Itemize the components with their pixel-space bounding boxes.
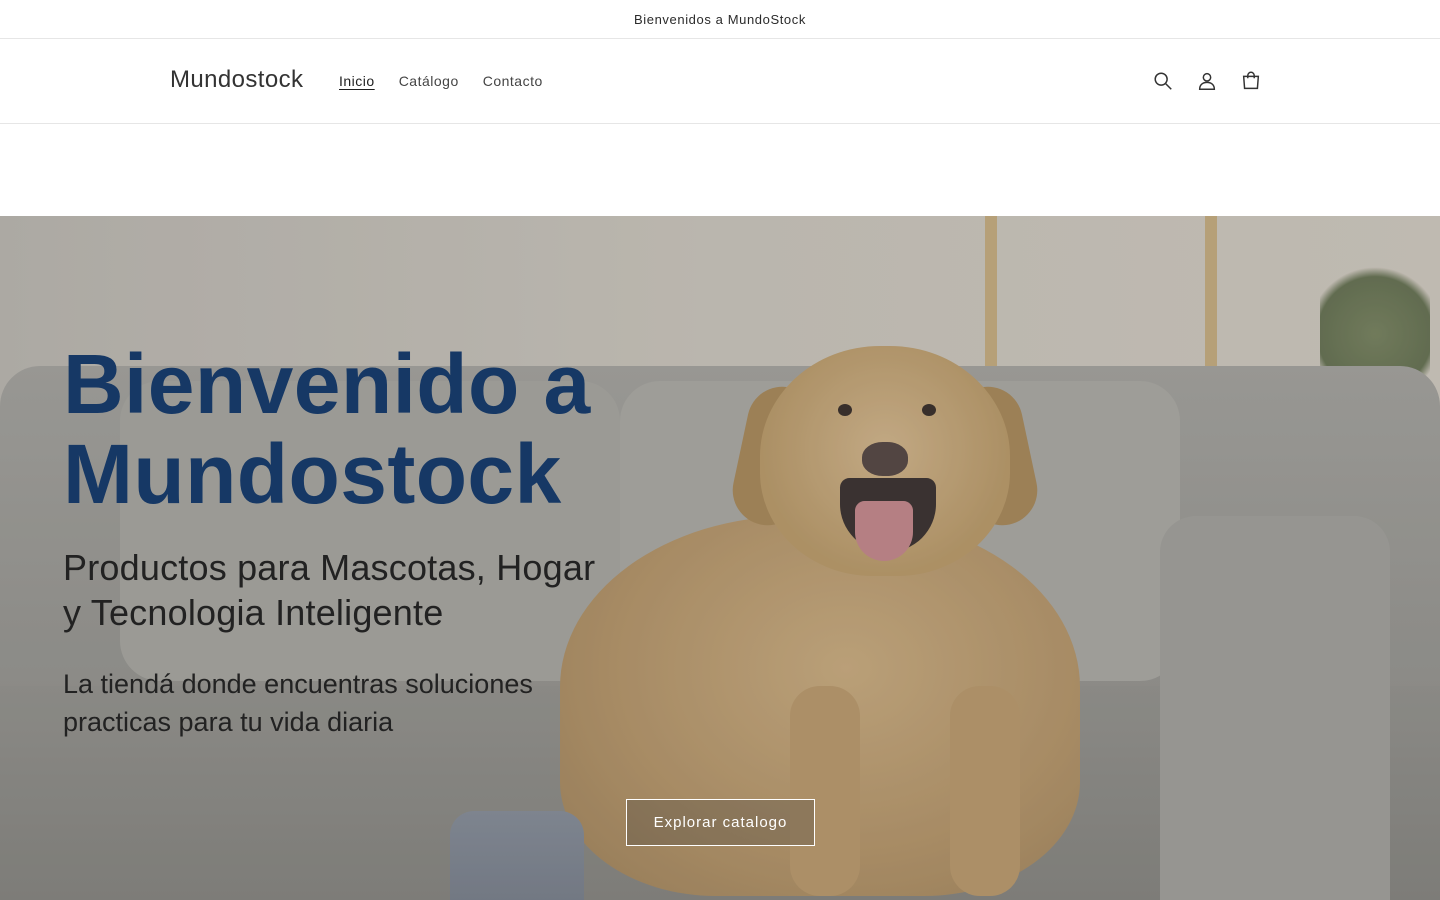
hero-subtitle-line-2: y Tecnologia Inteligente <box>63 592 444 633</box>
header-spacer <box>0 124 1440 216</box>
search-icon <box>1154 72 1172 90</box>
hero-title-line-1: Bienvenido a <box>63 337 591 431</box>
main-nav: Inicio Catálogo Contacto <box>339 71 543 91</box>
hero-description: La tiendá donde encuentras soluciones pr… <box>63 665 623 741</box>
site-header: Mundostock Inicio Catálogo Contacto <box>0 39 1440 124</box>
account-icon <box>1198 72 1216 90</box>
announcement-text: Bienvenidos a MundoStock <box>634 11 806 27</box>
nav-item-inicio[interactable]: Inicio <box>339 71 375 91</box>
announcement-bar: Bienvenidos a MundoStock <box>0 0 1440 39</box>
account-button[interactable] <box>1192 66 1222 96</box>
hero-description-line-1: La tiendá donde encuentras soluciones <box>63 669 533 699</box>
header-icons <box>1148 66 1266 96</box>
hero-title-line-2: Mundostock <box>63 427 562 521</box>
explore-catalog-button[interactable]: Explorar catalogo <box>626 799 815 846</box>
hero-title: Bienvenido a Mundostock <box>63 339 623 519</box>
hero-description-line-2: practicas para tu vida diaria <box>63 707 394 737</box>
search-button[interactable] <box>1148 66 1178 96</box>
hero-subtitle: Productos para Mascotas, Hogar y Tecnolo… <box>63 545 623 635</box>
site-logo[interactable]: Mundostock <box>170 66 303 94</box>
cart-button[interactable] <box>1236 66 1266 96</box>
hero-subtitle-line-1: Productos para Mascotas, Hogar <box>63 547 596 588</box>
nav-item-catalogo[interactable]: Catálogo <box>399 71 459 91</box>
hero-banner: Bienvenido a Mundostock Productos para M… <box>0 216 1440 900</box>
cart-icon <box>1242 71 1260 90</box>
hero-content: Bienvenido a Mundostock Productos para M… <box>63 339 623 741</box>
nav-item-contacto[interactable]: Contacto <box>483 71 543 91</box>
